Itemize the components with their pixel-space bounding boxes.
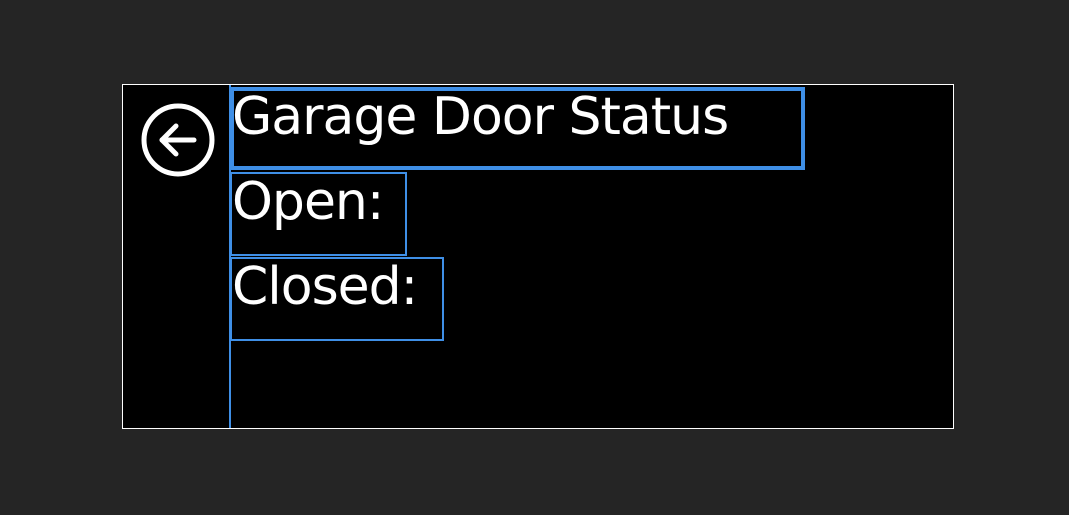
back-arrow-circle-icon [141, 103, 215, 177]
closed-status-label: Closed: [232, 257, 418, 317]
back-button[interactable] [140, 102, 216, 178]
closed-status-box[interactable]: Closed: [230, 257, 444, 341]
page-title-box[interactable]: Garage Door Status [230, 87, 805, 170]
open-status-label: Open: [232, 172, 384, 232]
page-title: Garage Door Status [232, 87, 729, 147]
open-status-box[interactable]: Open: [230, 172, 407, 256]
app-canvas: Garage Door Status Open: Closed: [122, 84, 954, 429]
